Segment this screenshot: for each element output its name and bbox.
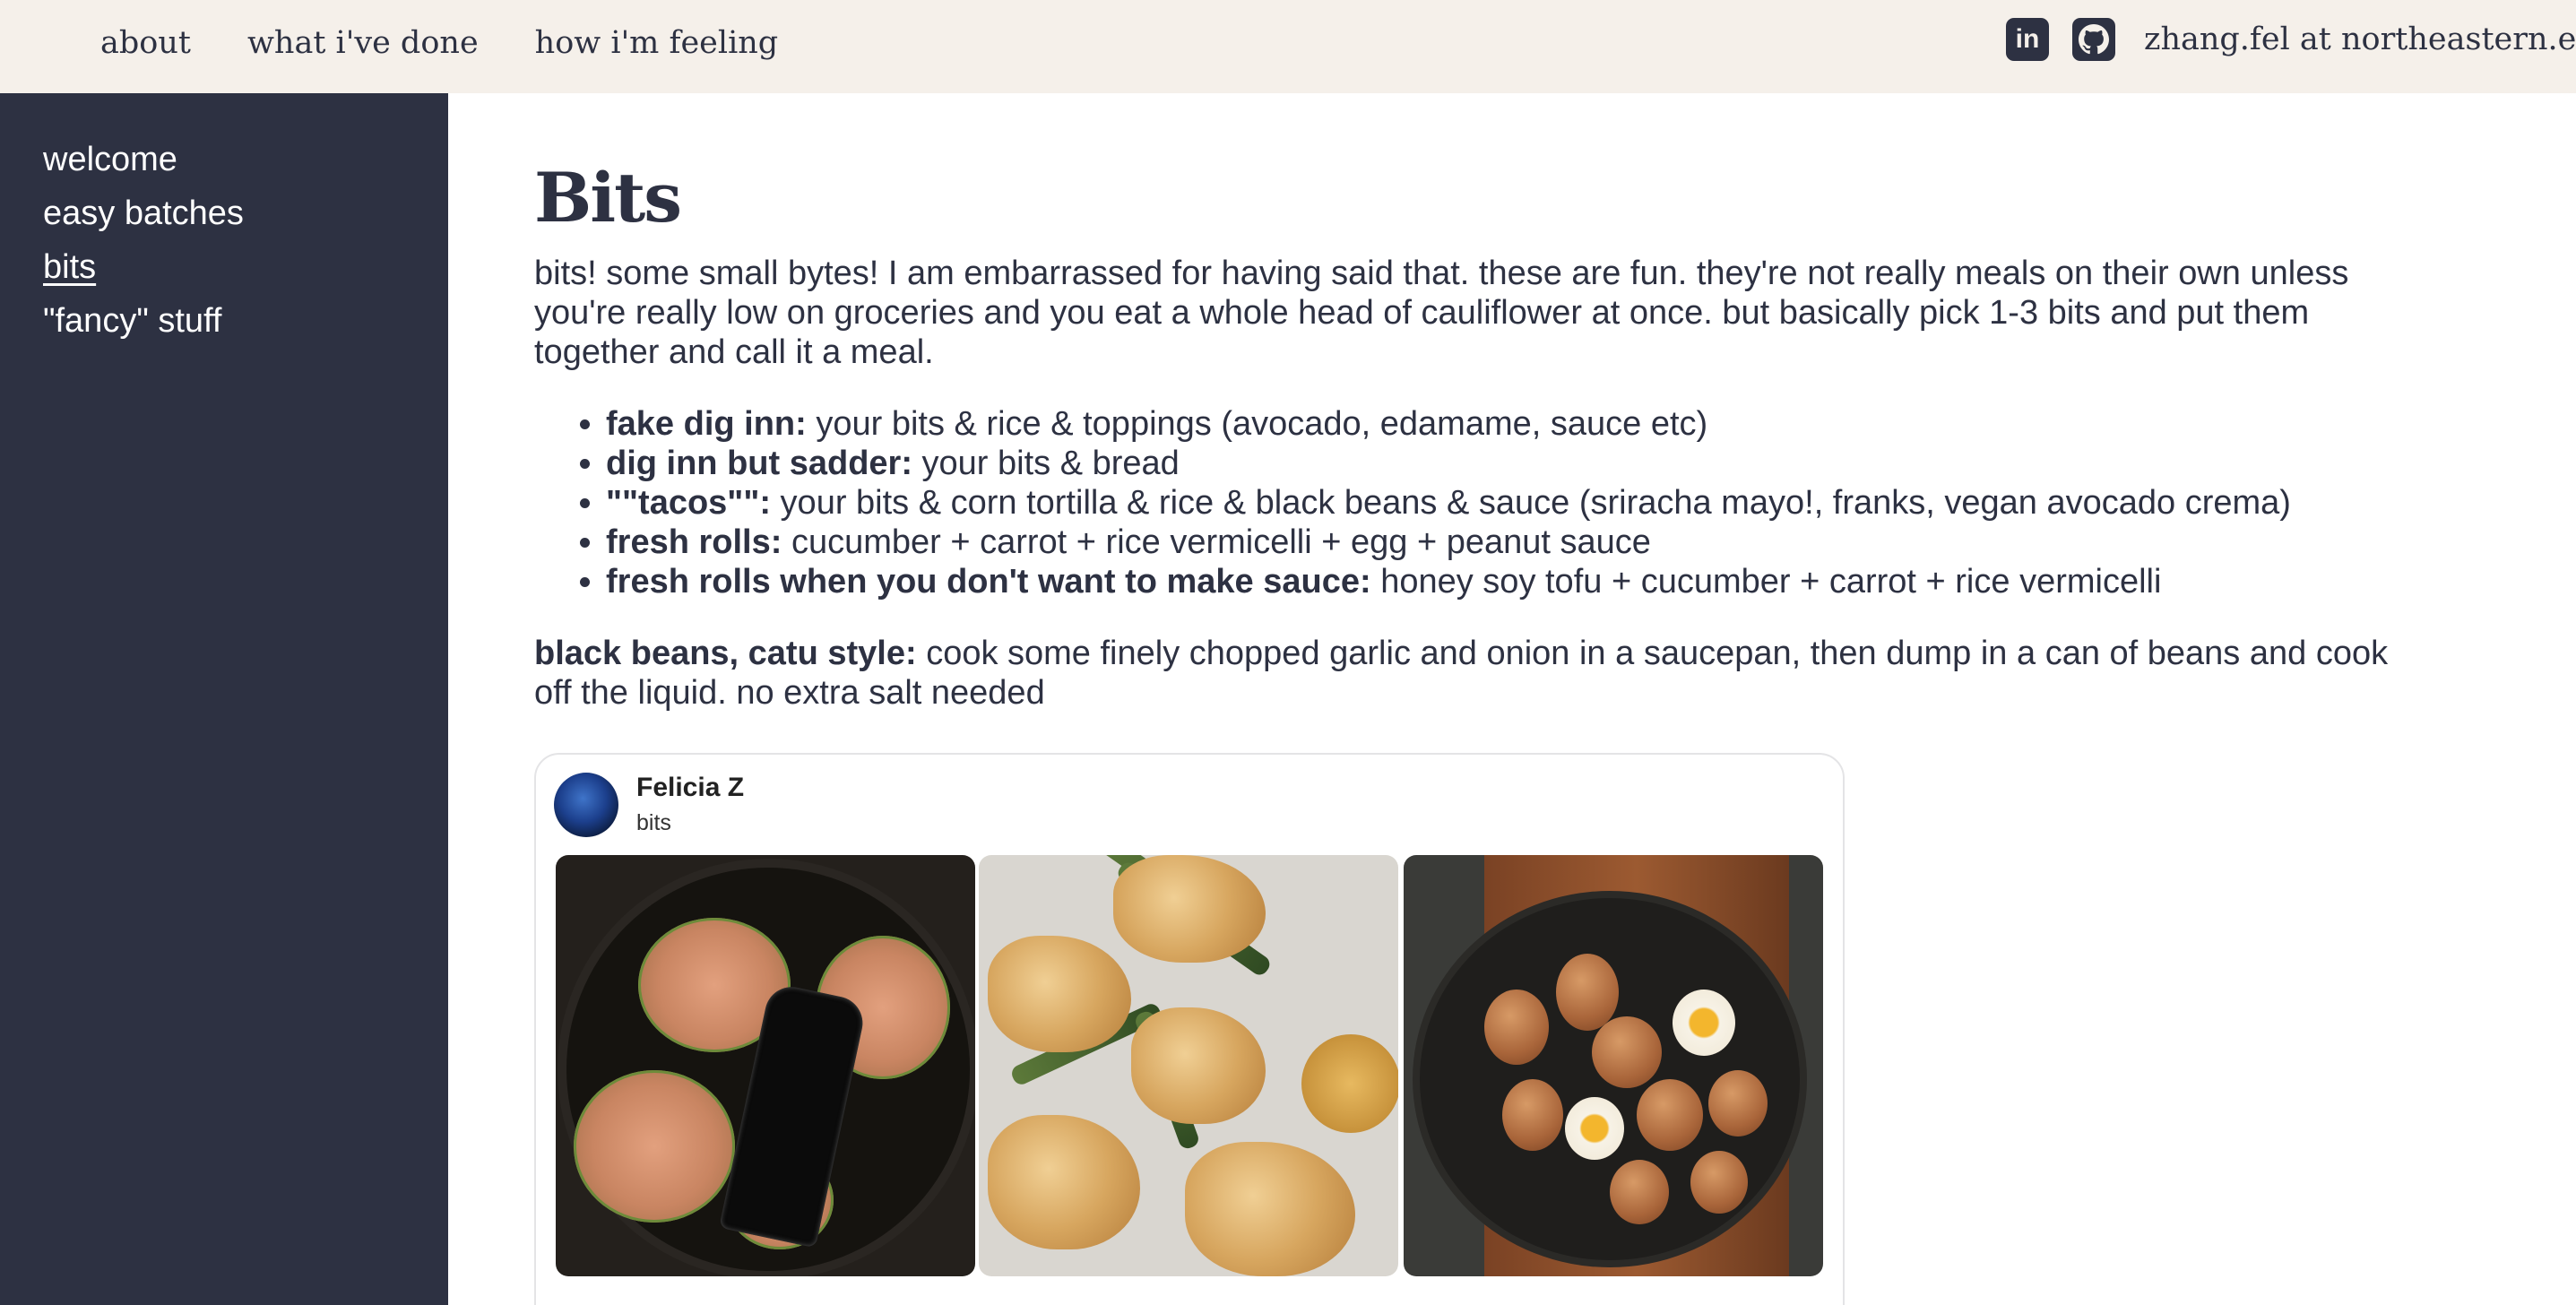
nav-link-what-ive-done[interactable]: what i've done bbox=[247, 25, 479, 61]
board-owner-name[interactable]: Felicia Z bbox=[636, 773, 744, 803]
linkedin-icon[interactable]: in bbox=[2006, 18, 2049, 61]
meal-ideas-list: fake dig inn: your bits & rice & topping… bbox=[606, 404, 2425, 601]
pin-image-asparagus-pastry[interactable] bbox=[979, 855, 1398, 1276]
board-name[interactable]: bits bbox=[636, 810, 671, 836]
sidebar-item-welcome[interactable]: welcome bbox=[43, 133, 448, 186]
egg-graphic bbox=[1484, 990, 1549, 1065]
egg-graphic bbox=[1637, 1079, 1703, 1151]
sidebar-item-fancy-stuff[interactable]: "fancy" stuff bbox=[43, 294, 448, 348]
pin-image-fritters[interactable] bbox=[556, 855, 975, 1276]
egg-graphic bbox=[1610, 1160, 1669, 1224]
main-content: Bits bits! some small bytes! I am embarr… bbox=[534, 93, 2425, 713]
contact-email: zhang.fel at northeastern.edu bbox=[2144, 22, 2576, 57]
intro-paragraph: bits! some small bytes! I am embarrassed… bbox=[534, 255, 2349, 371]
pastry-graphic bbox=[988, 1115, 1140, 1249]
list-item: fresh rolls when you don't want to make … bbox=[606, 562, 2425, 601]
list-item: ""tacos"": your bits & corn tortilla & r… bbox=[606, 483, 2425, 523]
pinterest-board-embed[interactable]: Felicia Z bits bbox=[534, 753, 1845, 1305]
sidebar-item-easy-batches[interactable]: easy batches bbox=[43, 186, 448, 240]
github-icon[interactable] bbox=[2072, 18, 2115, 61]
black-beans-term: black beans, catu style: bbox=[534, 635, 917, 672]
sauce-bowl-graphic bbox=[1301, 1034, 1398, 1133]
list-item-term: fresh rolls when you don't want to make … bbox=[606, 563, 1371, 601]
pastry-graphic bbox=[1131, 1007, 1266, 1124]
pastry-graphic bbox=[1113, 855, 1266, 963]
list-item: fresh rolls: cucumber + carrot + rice ve… bbox=[606, 523, 2425, 562]
list-item-term: dig inn but sadder: bbox=[606, 445, 912, 482]
egg-graphic bbox=[1565, 1097, 1624, 1160]
list-item-term: ""tacos"": bbox=[606, 484, 771, 522]
pin-image-tea-eggs[interactable] bbox=[1404, 855, 1823, 1276]
egg-graphic bbox=[1708, 1070, 1768, 1136]
sidebar-item-bits[interactable]: bits bbox=[43, 240, 448, 294]
top-bar: about what i've done how i'm feeling in … bbox=[0, 0, 2576, 93]
avatar[interactable] bbox=[554, 773, 618, 837]
list-item-desc: your bits & bread bbox=[912, 445, 1180, 482]
black-beans-paragraph: black beans, catu style: cook some finel… bbox=[534, 634, 2425, 713]
list-item: dig inn but sadder: your bits & bread bbox=[606, 444, 2425, 483]
egg-graphic bbox=[1592, 1016, 1662, 1088]
list-item-desc: cucumber + carrot + rice vermicelli + eg… bbox=[782, 523, 1651, 561]
egg-graphic bbox=[1556, 954, 1619, 1031]
list-item-term: fake dig inn: bbox=[606, 405, 807, 443]
sidebar: welcome easy batches bits "fancy" stuff bbox=[0, 93, 448, 1305]
list-item-desc: your bits & corn tortilla & rice & black… bbox=[771, 484, 2291, 522]
list-item-desc: honey soy tofu + cucumber + carrot + ric… bbox=[1370, 563, 2162, 601]
list-item-term: fresh rolls: bbox=[606, 523, 782, 561]
nav-link-about[interactable]: about bbox=[100, 25, 191, 61]
pastry-graphic bbox=[1185, 1142, 1355, 1276]
fritter-graphic bbox=[574, 1070, 735, 1223]
nav-link-how-im-feeling[interactable]: how i'm feeling bbox=[535, 25, 779, 61]
list-item-desc: your bits & rice & toppings (avocado, ed… bbox=[806, 405, 1708, 443]
page-title: Bits bbox=[534, 158, 682, 238]
list-item: fake dig inn: your bits & rice & topping… bbox=[606, 404, 2425, 444]
pastry-graphic bbox=[988, 936, 1131, 1052]
social-links: in bbox=[2006, 18, 2115, 61]
egg-graphic bbox=[1673, 990, 1735, 1056]
egg-graphic bbox=[1690, 1151, 1748, 1214]
egg-graphic bbox=[1502, 1079, 1563, 1151]
linkedin-logo-text: in bbox=[2015, 24, 2040, 54]
top-nav: about what i've done how i'm feeling bbox=[100, 25, 778, 61]
